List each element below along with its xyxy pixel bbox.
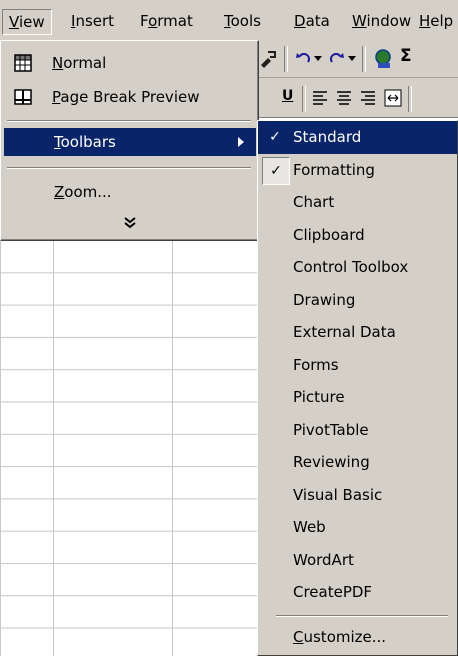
menu-item-toolbar-chart[interactable]: Chart [258, 186, 457, 219]
menu-item-zoom[interactable]: Zoom... [4, 178, 256, 206]
underline-icon[interactable]: U [282, 88, 293, 104]
menu-item-toolbar-label: Clipboard [293, 225, 365, 244]
align-center-icon[interactable] [336, 90, 352, 106]
menu-format[interactable]: Format [140, 9, 193, 33]
toolbar-separator [302, 86, 306, 112]
menu-expand-button[interactable] [4, 209, 256, 235]
menu-help[interactable]: Help [419, 9, 453, 33]
menu-insert[interactable]: Insert [71, 9, 114, 33]
menu-window[interactable]: Window [352, 9, 411, 33]
menu-item-toolbar-label: Reviewing [293, 453, 370, 471]
menu-separator [276, 615, 448, 617]
view-menu-dropdown: Normal Page Break Preview Toolbars Zoom.… [0, 40, 259, 241]
menu-item-toolbar-label: Forms [293, 355, 339, 374]
menu-item-page-break-preview-label: Page Break Preview [52, 88, 200, 106]
menu-data[interactable]: Data [294, 9, 330, 33]
menu-item-toolbar-label: Web [293, 518, 326, 536]
menu-item-toolbar-external-data[interactable]: External Data [258, 316, 457, 349]
triangle-right-icon [238, 137, 244, 147]
checkmark-icon: ✓ [269, 129, 281, 145]
menu-item-toolbar-visual-basic[interactable]: Visual Basic [258, 479, 457, 512]
menu-item-toolbars[interactable]: Toolbars [4, 128, 256, 156]
page-break-preview-icon [14, 89, 32, 105]
toolbar-separator [362, 46, 366, 72]
menu-item-customize-label: Customize... [293, 628, 387, 646]
redo-dropdown-icon[interactable] [348, 56, 356, 62]
menu-item-toolbar-label: Picture [293, 388, 345, 406]
menu-view[interactable]: View [2, 9, 52, 35]
menu-separator [7, 167, 251, 169]
menu-item-normal-label: Normal [52, 54, 107, 72]
menu-item-toolbar-reviewing[interactable]: Reviewing [258, 446, 457, 479]
menu-separator [7, 120, 251, 122]
menu-item-toolbar-label: PivotTable [293, 420, 369, 439]
align-left-icon[interactable] [312, 90, 328, 106]
menu-item-toolbar-label: WordArt [293, 550, 354, 569]
menu-item-toolbar-forms[interactable]: Forms [258, 349, 457, 382]
standard-toolbar: Σ [250, 40, 458, 78]
menu-item-toolbar-label: Formatting [293, 160, 375, 179]
merge-and-center-icon[interactable] [384, 89, 402, 107]
menu-item-toolbar-label: Control Toolbox [293, 258, 409, 276]
formatting-toolbar: U [250, 78, 458, 118]
menu-tools[interactable]: Tools [224, 9, 261, 33]
menu-item-page-break-preview[interactable]: Page Break Preview [4, 83, 256, 111]
menu-bar: View Insert Format Tools Data Window Hel… [0, 0, 458, 40]
menu-item-toolbar-picture[interactable]: Picture [258, 381, 457, 414]
grid-view-icon [14, 54, 32, 72]
double-chevron-down-icon [124, 216, 136, 228]
column-gridline [53, 240, 54, 656]
menu-item-toolbar-label: External Data [293, 323, 396, 341]
column-gridline [172, 240, 173, 656]
autosum-icon[interactable]: Σ [400, 46, 412, 66]
menu-item-toolbar-control-toolbox[interactable]: Control Toolbox [258, 251, 457, 284]
menu-item-toolbar-wordart[interactable]: WordArt [258, 544, 457, 577]
format-painter-icon[interactable] [258, 49, 278, 69]
undo-icon[interactable] [294, 50, 312, 68]
menu-view-label: iew [18, 13, 45, 31]
worksheet-grid[interactable] [0, 240, 260, 656]
menu-item-normal[interactable]: Normal [4, 49, 256, 77]
menu-item-toolbar-createpdf[interactable]: CreatePDF [258, 576, 457, 609]
menu-item-toolbar-standard[interactable]: ✓ Standard [258, 121, 457, 154]
menu-item-toolbar-label: Standard [293, 128, 362, 146]
menu-item-customize[interactable]: Customize... [258, 621, 457, 654]
redo-icon[interactable] [328, 50, 346, 68]
menu-item-toolbar-pivottable[interactable]: PivotTable [258, 414, 457, 447]
menu-item-toolbar-web[interactable]: Web [258, 511, 457, 544]
menu-item-toolbar-label: Visual Basic [293, 485, 383, 504]
undo-dropdown-icon[interactable] [314, 56, 322, 62]
toolbar-separator [408, 86, 412, 112]
menu-item-zoom-label: Zoom... [54, 183, 112, 201]
toolbar-separator [284, 46, 288, 72]
toolbars-submenu: ✓ Standard ✓ Formatting Chart Clipboard Contro… [257, 120, 458, 656]
menu-item-toolbar-label: Drawing [293, 290, 356, 309]
menu-item-toolbar-formatting[interactable]: ✓ Formatting [258, 154, 457, 187]
menu-item-toolbars-label: Toolbars [54, 133, 116, 151]
insert-hyperlink-icon[interactable] [372, 48, 394, 70]
menu-item-toolbar-clipboard[interactable]: Clipboard [258, 219, 457, 252]
menu-item-toolbar-label: Chart [293, 193, 335, 211]
align-right-icon[interactable] [360, 90, 376, 106]
checkmark-icon: ✓ [262, 156, 290, 185]
menu-item-toolbar-drawing[interactable]: Drawing [258, 284, 457, 317]
menu-item-toolbar-label: CreatePDF [293, 583, 373, 601]
